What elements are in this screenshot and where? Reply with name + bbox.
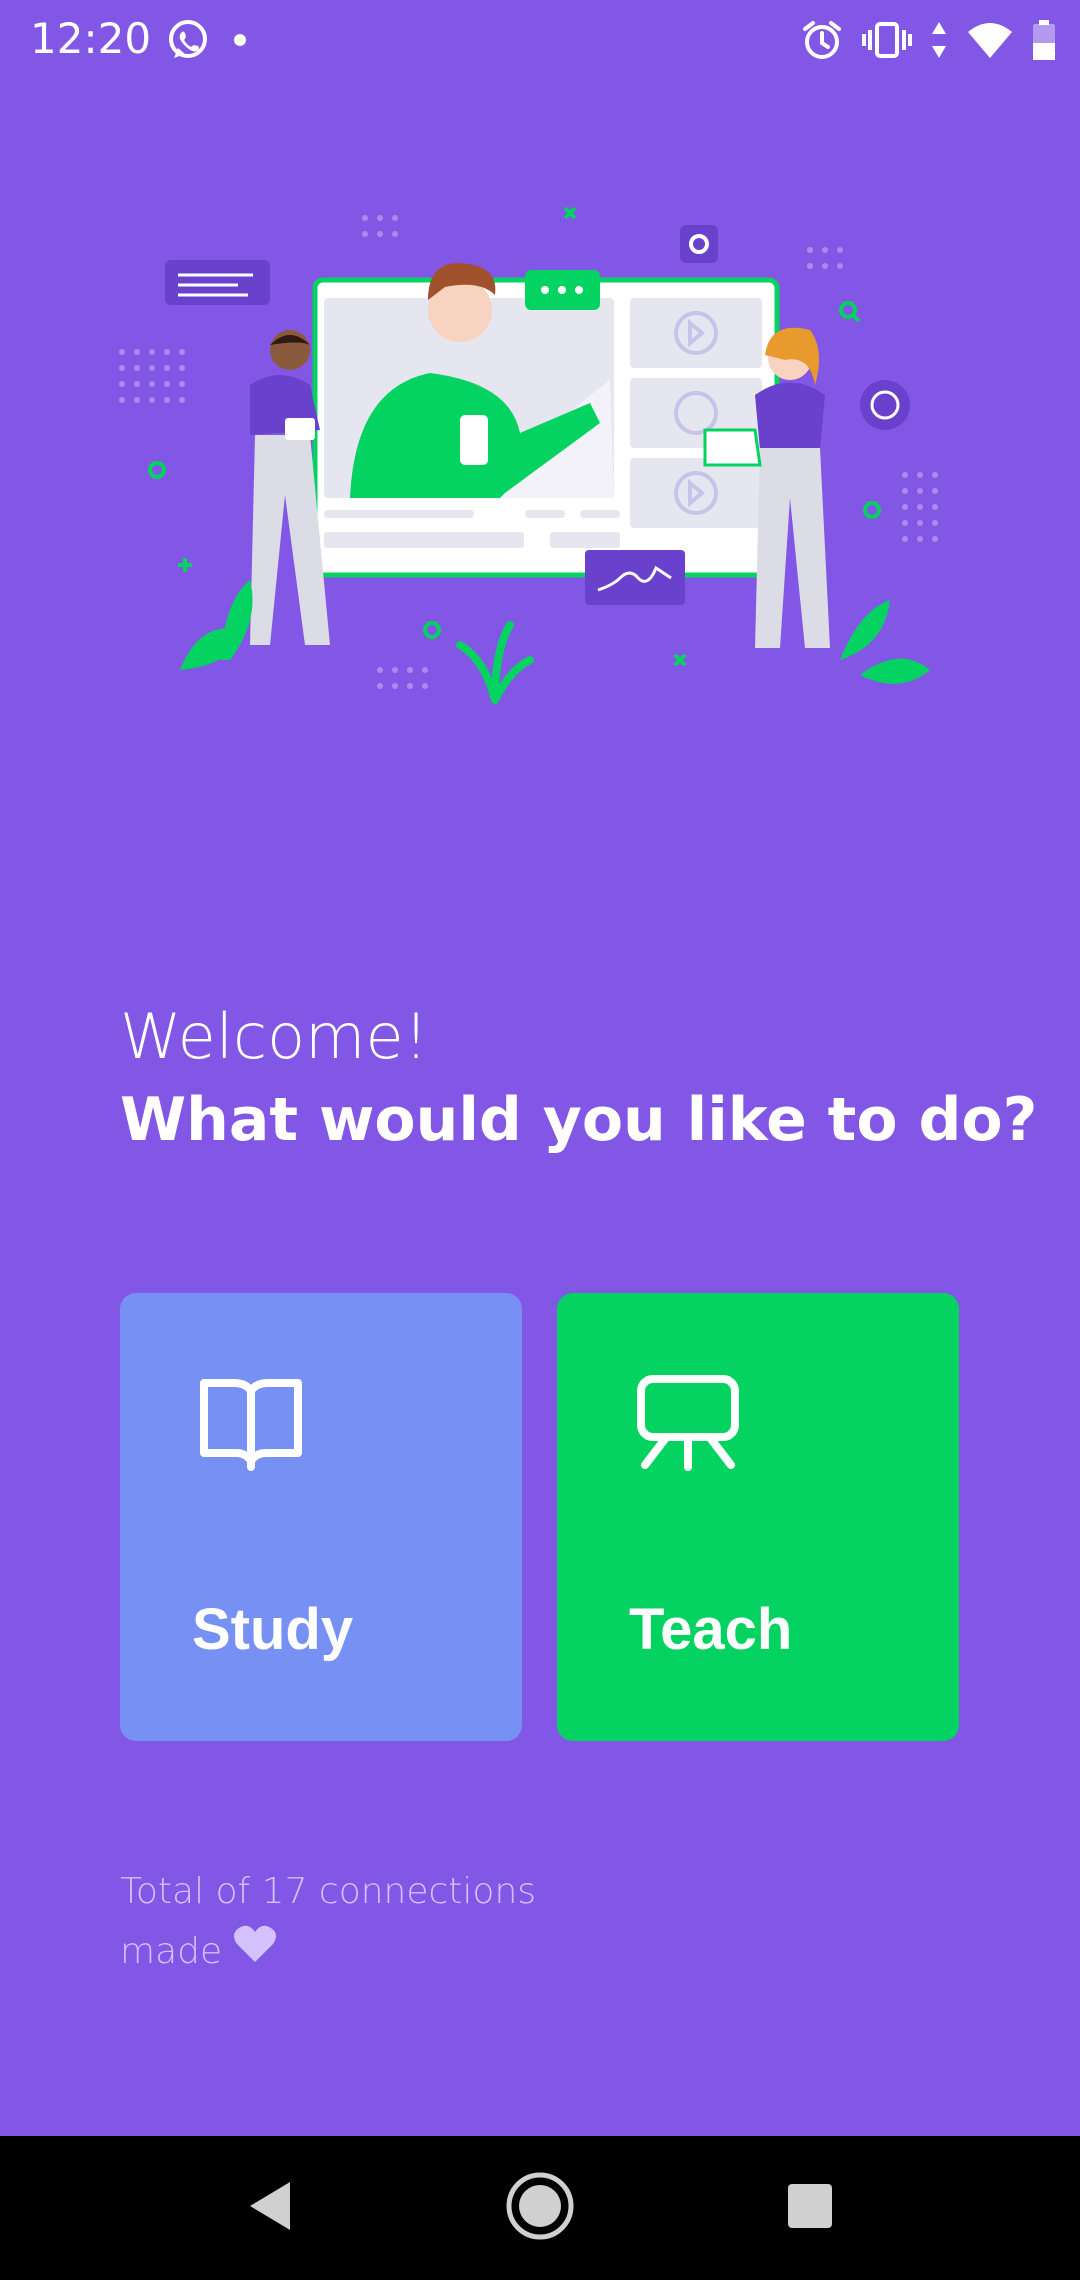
- home-button[interactable]: [460, 2136, 620, 2280]
- teach-label: Teach: [629, 1597, 793, 1662]
- online-classroom-illustration: [110, 180, 970, 720]
- status-bar: 12:20: [0, 0, 1080, 80]
- whatsapp-icon: [165, 17, 211, 63]
- recent-apps-square-icon: [786, 2182, 834, 2235]
- wifi-icon: [966, 20, 1014, 60]
- question-heading: What would you like to do?: [120, 1085, 1038, 1155]
- vibrate-icon: [862, 20, 912, 60]
- battery-icon: [1032, 19, 1056, 61]
- status-time: 12:20: [30, 14, 152, 63]
- study-label: Study: [192, 1597, 354, 1662]
- heart-icon: [232, 1923, 278, 1983]
- presentation-board-icon: [635, 1373, 741, 1478]
- study-button[interactable]: Study: [120, 1293, 522, 1741]
- home-circle-icon: [505, 2171, 575, 2246]
- back-button[interactable]: [190, 2136, 350, 2280]
- dot-icon: [233, 33, 247, 47]
- system-nav-bar: [0, 2136, 1080, 2280]
- alarm-icon: [800, 18, 844, 62]
- back-triangle-icon: [245, 2178, 295, 2239]
- welcome-heading: Welcome!: [120, 1000, 429, 1073]
- connections-text: Total of 17 connections made: [120, 1862, 560, 1983]
- data-arrows-icon: [930, 20, 948, 60]
- connections-label: Total of 17 connections made: [120, 1871, 537, 1972]
- book-open-icon: [198, 1373, 304, 1478]
- recent-apps-button[interactable]: [730, 2136, 890, 2280]
- teach-button[interactable]: Teach: [557, 1293, 959, 1741]
